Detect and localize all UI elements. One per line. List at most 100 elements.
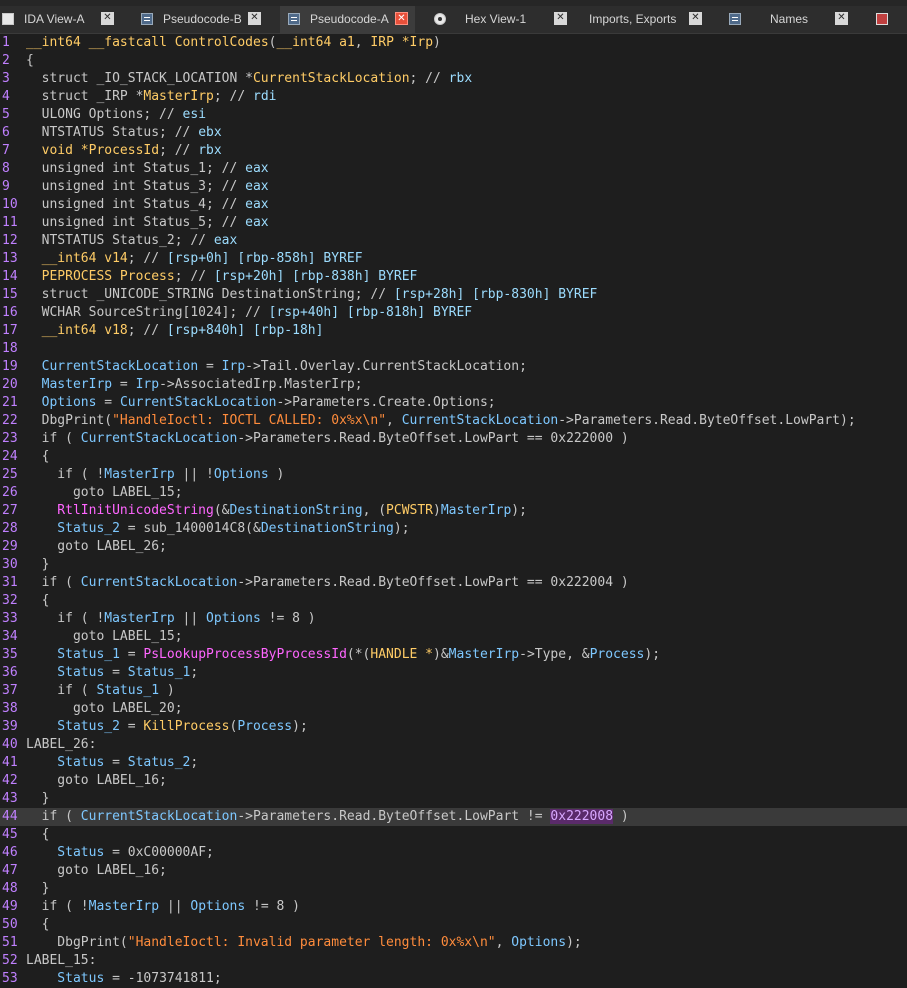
code-token[interactable]: PsLookupProcessByProcessId	[143, 647, 347, 662]
code-token[interactable]: {	[26, 917, 50, 932]
code-token[interactable]: Status	[26, 755, 104, 770]
code-token[interactable]: ->Parameters.Read.ByteOffset.LowPart == …	[237, 431, 628, 446]
code-text[interactable]: WCHAR SourceString[1024]; // [rsp+40h] […	[26, 304, 473, 322]
code-text[interactable]: goto LABEL_15;	[26, 484, 183, 502]
code-token[interactable]: Status	[26, 665, 104, 680]
code-token[interactable]: if ( !	[26, 899, 89, 914]
code-line[interactable]: 17 __int64 v18; // [rsp+840h] [rbp-18h]	[0, 322, 907, 340]
code-token[interactable]: Status_1	[26, 647, 120, 662]
code-token[interactable]: );	[644, 647, 660, 662]
code-token[interactable]: HANDLE *	[370, 647, 433, 662]
code-token[interactable]: Status	[26, 971, 104, 986]
code-line[interactable]: 37 if ( Status_1 )	[0, 682, 907, 700]
code-text[interactable]: if ( CurrentStackLocation->Parameters.Re…	[26, 430, 629, 448]
code-token[interactable]: CurrentStackLocation	[81, 575, 238, 590]
code-token[interactable]: ||	[175, 611, 206, 626]
code-text[interactable]: if ( !MasterIrp || Options != 8 )	[26, 610, 316, 628]
code-token[interactable]: Status_2	[26, 719, 120, 734]
code-token[interactable]: ;	[190, 665, 198, 680]
code-token[interactable]: __int64	[26, 35, 81, 50]
code-text[interactable]: Status_2 = sub_1400014C8(&DestinationStr…	[26, 520, 410, 538]
code-token[interactable]: );	[394, 521, 410, 536]
code-token[interactable]: ; //	[410, 71, 449, 86]
code-token[interactable]: RtlInitUnicodeString	[26, 503, 214, 518]
code-token[interactable]: DbgPrint(	[26, 935, 127, 950]
tab-ida-view-a[interactable]: IDA View-A ✕	[0, 6, 120, 34]
code-token[interactable]: 0x222008	[550, 809, 614, 824]
code-token[interactable]: esi	[183, 107, 206, 122]
code-token[interactable]: CurrentStackLocation	[81, 809, 238, 824]
code-token[interactable]: if (	[26, 809, 81, 824]
code-token[interactable]: unsigned int Status_3; //	[26, 179, 245, 194]
code-text[interactable]: if ( CurrentStackLocation->Parameters.Re…	[26, 574, 629, 592]
code-text[interactable]: struct _IO_STACK_LOCATION *CurrentStackL…	[26, 70, 473, 88]
code-token[interactable]: =	[112, 377, 135, 392]
code-token[interactable]: ; //	[175, 269, 214, 284]
code-text[interactable]: if ( Status_1 )	[26, 682, 174, 700]
code-token[interactable]: = 0xC00000AF;	[104, 845, 214, 860]
code-token[interactable]	[167, 35, 175, 50]
code-line[interactable]: 47 goto LABEL_16;	[0, 862, 907, 880]
code-line[interactable]: 5 ULONG Options; // esi	[0, 106, 907, 124]
code-text[interactable]: void *ProcessId; // rbx	[26, 142, 222, 160]
code-token[interactable]: ; //	[159, 143, 198, 158]
code-token[interactable]: ; //	[128, 323, 167, 338]
code-line[interactable]: 28 Status_2 = sub_1400014C8(&Destination…	[0, 520, 907, 538]
code-token[interactable]: ;	[190, 755, 198, 770]
close-icon[interactable]: ✕	[554, 12, 567, 25]
tab-hex-view-1[interactable]: Hex View-1 ✕	[428, 6, 568, 34]
code-token[interactable]: rdi	[253, 89, 276, 104]
code-token[interactable]: CurrentStackLocation	[26, 359, 199, 374]
code-token[interactable]: ->Type, &	[519, 647, 589, 662]
code-token[interactable]: MasterIrp	[449, 647, 519, 662]
code-line[interactable]: 48 }	[0, 880, 907, 898]
code-token[interactable]: MasterIrp	[104, 611, 174, 626]
code-token[interactable]: [rsp+20h] [rbp-838h] BYREF	[214, 269, 418, 284]
code-line[interactable]: 8 unsigned int Status_1; // eax	[0, 160, 907, 178]
code-token[interactable]: rbx	[449, 71, 472, 86]
code-token[interactable]: eax	[214, 233, 237, 248]
code-token[interactable]: [rsp+0h] [rbp-858h] BYREF	[167, 251, 363, 266]
code-token[interactable]: if (	[26, 431, 81, 446]
code-text[interactable]: struct _UNICODE_STRING DestinationString…	[26, 286, 598, 304]
code-token[interactable]: );	[292, 719, 308, 734]
code-token[interactable]: goto LABEL_15;	[26, 485, 183, 500]
code-token[interactable]: )	[433, 503, 441, 518]
code-token[interactable]	[81, 35, 89, 50]
code-token[interactable]: DestinationString	[230, 503, 363, 518]
code-token[interactable]: ->AssociatedIrp.MasterIrp;	[159, 377, 363, 392]
code-text[interactable]: unsigned int Status_5; // eax	[26, 214, 269, 232]
code-token[interactable]: MasterIrp	[104, 467, 174, 482]
code-token[interactable]: ; //	[214, 89, 253, 104]
close-icon[interactable]: ✕	[835, 12, 848, 25]
code-token[interactable]: "HandleIoctl: Invalid parameter length: …	[128, 935, 496, 950]
code-token[interactable]: {	[26, 593, 50, 608]
code-line[interactable]: 36 Status = Status_1;	[0, 664, 907, 682]
code-token[interactable]: CurrentStackLocation	[402, 413, 559, 428]
code-text[interactable]: unsigned int Status_1; // eax	[26, 160, 269, 178]
code-token[interactable]: if (	[26, 683, 96, 698]
code-text[interactable]: LABEL_15:	[26, 952, 96, 970]
tab-pseudocode-b[interactable]: Pseudocode-B ✕	[135, 6, 265, 34]
code-token[interactable]: ->Parameters.Create.Options;	[276, 395, 495, 410]
close-icon[interactable]: ✕	[689, 12, 702, 25]
code-line[interactable]: 43 }	[0, 790, 907, 808]
code-text[interactable]: LABEL_26:	[26, 736, 96, 754]
code-line[interactable]: 27 RtlInitUnicodeString(&DestinationStri…	[0, 502, 907, 520]
code-token[interactable]: != 8 )	[261, 611, 316, 626]
code-line[interactable]: 25 if ( !MasterIrp || !Options )	[0, 466, 907, 484]
code-token[interactable]: unsigned int Status_4; //	[26, 197, 245, 212]
code-line[interactable]: 29 goto LABEL_26;	[0, 538, 907, 556]
code-line[interactable]: 35 Status_1 = PsLookupProcessByProcessId…	[0, 646, 907, 664]
code-text[interactable]: NTSTATUS Status; // ebx	[26, 124, 222, 142]
code-token[interactable]: ebx	[198, 125, 221, 140]
code-token[interactable]: ,	[386, 413, 402, 428]
code-token[interactable]: {	[26, 449, 50, 464]
code-line[interactable]: 1 __int64 __fastcall ControlCodes(__int64…	[0, 34, 907, 52]
code-text[interactable]: if ( CurrentStackLocation->Parameters.Re…	[26, 808, 629, 826]
tab-pseudocode-a[interactable]: Pseudocode-A ✕	[280, 6, 415, 34]
code-line[interactable]: 19 CurrentStackLocation = Irp->Tail.Over…	[0, 358, 907, 376]
code-text[interactable]: Status = Status_1;	[26, 664, 198, 682]
code-line[interactable]: 33 if ( !MasterIrp || Options != 8 )	[0, 610, 907, 628]
code-text[interactable]: unsigned int Status_3; // eax	[26, 178, 269, 196]
